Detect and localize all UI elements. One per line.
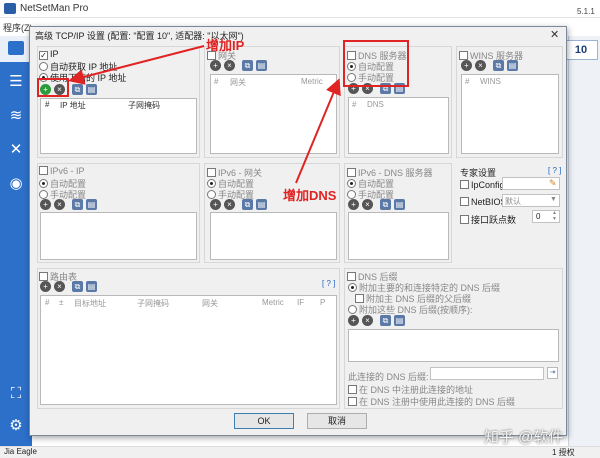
add-dns-arrow [295,78,341,184]
watermark: 知乎 @软件 [484,429,564,446]
annotation-arrows [68,45,341,184]
add-ip-arrow [68,45,205,85]
